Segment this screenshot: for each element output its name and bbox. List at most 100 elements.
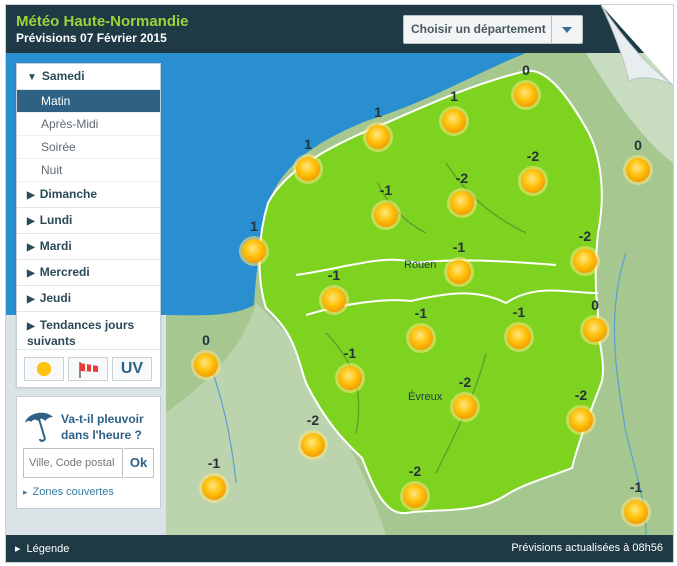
chevron-down-icon[interactable]: [551, 16, 582, 43]
footer: Légende Prévisions actualisées à 08h56: [6, 535, 673, 562]
page-curl-icon: [601, 5, 673, 85]
day-label: Dimanche: [39, 187, 98, 201]
period-matin[interactable]: Matin: [17, 90, 160, 113]
day-mercredi[interactable]: ▶ Mercredi: [17, 260, 160, 286]
forecast-marker[interactable]: 0: [508, 61, 544, 111]
temperature-label: -1: [629, 479, 643, 495]
forecast-marker[interactable]: -1: [403, 304, 439, 354]
triangle-right-icon: ▶: [27, 294, 35, 305]
view-toggle: UV: [17, 350, 160, 387]
sun-icon: [37, 362, 51, 376]
sun-icon: [371, 200, 401, 230]
weather-widget: 0 1 1 1 0 -1 -2 -2 1 -1 -2 -1 -1 -1 0 0 -1 -2 -2 -2 -2 -1 -1 Ro…: [5, 4, 674, 563]
forecast-marker[interactable]: -1: [441, 238, 477, 288]
forecast-marker[interactable]: -2: [295, 411, 331, 461]
temperature-label: 1: [374, 104, 382, 120]
day-tendances[interactable]: ▶ Tendances jours suivants: [17, 312, 160, 350]
temperature-label: -2: [455, 170, 469, 186]
triangle-right-icon: ▶: [27, 268, 35, 279]
temperature-label: -1: [343, 345, 357, 361]
forecast-marker[interactable]: -1: [368, 181, 404, 231]
period-apres-midi[interactable]: Après-Midi: [17, 113, 160, 136]
period-nuit[interactable]: Nuit: [17, 159, 160, 182]
department-select-label: Choisir un département: [411, 22, 546, 36]
temperature-label: -1: [452, 239, 466, 255]
forecast-marker[interactable]: 0: [577, 296, 613, 346]
temperature-label: -1: [327, 267, 341, 283]
period-soiree[interactable]: Soirée: [17, 136, 160, 159]
forecast-marker[interactable]: -2: [515, 147, 551, 197]
sun-icon: [566, 405, 596, 435]
sun-icon: [335, 363, 365, 393]
forecast-marker[interactable]: -1: [316, 266, 352, 316]
forecast-marker[interactable]: 0: [620, 136, 656, 186]
forecast-marker[interactable]: -2: [447, 373, 483, 423]
forecast-marker[interactable]: -2: [444, 169, 480, 219]
app-title: Météo Haute-Normandie: [16, 13, 189, 30]
forecast-marker[interactable]: 0: [188, 331, 224, 381]
sun-icon: [450, 392, 480, 422]
umbrella-icon: [25, 412, 53, 442]
day-mardi[interactable]: ▶ Mardi: [17, 234, 160, 260]
forecast-date: Prévisions 07 Février 2015: [16, 31, 167, 45]
sun-icon: [447, 188, 477, 218]
day-label: Mardi: [39, 239, 72, 253]
day-lundi[interactable]: ▶ Lundi: [17, 208, 160, 234]
forecast-marker[interactable]: -1: [501, 303, 537, 353]
department-select[interactable]: Choisir un département: [403, 15, 583, 44]
sun-icon: [199, 473, 229, 503]
temperature-label: -2: [306, 412, 320, 428]
triangle-right-icon: ▶: [27, 216, 35, 227]
temperature-label: 1: [250, 218, 258, 234]
forecast-marker[interactable]: -1: [618, 478, 654, 528]
wind-view-button[interactable]: [68, 357, 108, 381]
uv-view-button[interactable]: UV: [112, 357, 152, 381]
temperature-label: -1: [414, 305, 428, 321]
day-label: Mercredi: [39, 265, 90, 279]
temperature-label: 1: [304, 136, 312, 152]
day-label: Tendances jours suivants: [27, 318, 135, 348]
day-dimanche[interactable]: ▶ Dimanche: [17, 182, 160, 208]
day-label: Lundi: [39, 213, 73, 227]
weather-view-button[interactable]: [24, 357, 64, 381]
update-time: Prévisions actualisées à 08h56: [511, 542, 663, 554]
legend-link[interactable]: Légende: [15, 542, 70, 555]
forecast-marker[interactable]: -1: [332, 344, 368, 394]
day-samedi[interactable]: ▼ Samedi: [17, 64, 160, 90]
forecast-marker[interactable]: 1: [436, 87, 472, 137]
triangle-right-icon: ▶: [27, 242, 35, 253]
zones-link[interactable]: Zones couvertes: [23, 486, 114, 498]
rain-nowcast-box: Va-t-il pleuvoir dans l'heure ? Ok Zones…: [16, 396, 161, 509]
forecast-marker[interactable]: -2: [563, 386, 599, 436]
ok-button[interactable]: Ok: [124, 448, 154, 478]
temperature-label: 1: [450, 88, 458, 104]
temperature-label: -2: [578, 228, 592, 244]
temperature-label: 0: [202, 332, 210, 348]
sun-icon: [444, 257, 474, 287]
forecast-marker[interactable]: 1: [360, 103, 396, 153]
day-selector: ▼ Samedi Matin Après-Midi Soirée Nuit ▶ Di…: [16, 63, 161, 388]
city-search-input[interactable]: [23, 448, 123, 478]
sun-icon: [580, 315, 610, 345]
forecast-marker[interactable]: 1: [236, 217, 272, 267]
sun-icon: [400, 481, 430, 511]
triangle-down-icon: ▼: [27, 72, 37, 83]
temperature-label: 0: [591, 297, 599, 313]
city-label: Évreux: [408, 391, 443, 403]
sun-icon: [439, 106, 469, 136]
temperature-label: 0: [634, 137, 642, 153]
day-label: Jeudi: [39, 291, 72, 305]
forecast-marker[interactable]: -1: [196, 454, 232, 504]
forecast-marker[interactable]: -2: [567, 227, 603, 277]
temperature-label: 0: [522, 62, 530, 78]
forecast-marker[interactable]: -2: [397, 462, 433, 512]
forecast-marker[interactable]: 1: [290, 135, 326, 185]
temperature-label: -2: [408, 463, 422, 479]
triangle-right-icon: ▶: [27, 321, 35, 332]
sun-icon: [504, 322, 534, 352]
sun-icon: [191, 350, 221, 380]
sun-icon: [518, 166, 548, 196]
windsock-icon: [79, 362, 98, 378]
temperature-label: -2: [458, 374, 472, 390]
day-jeudi[interactable]: ▶ Jeudi: [17, 286, 160, 312]
